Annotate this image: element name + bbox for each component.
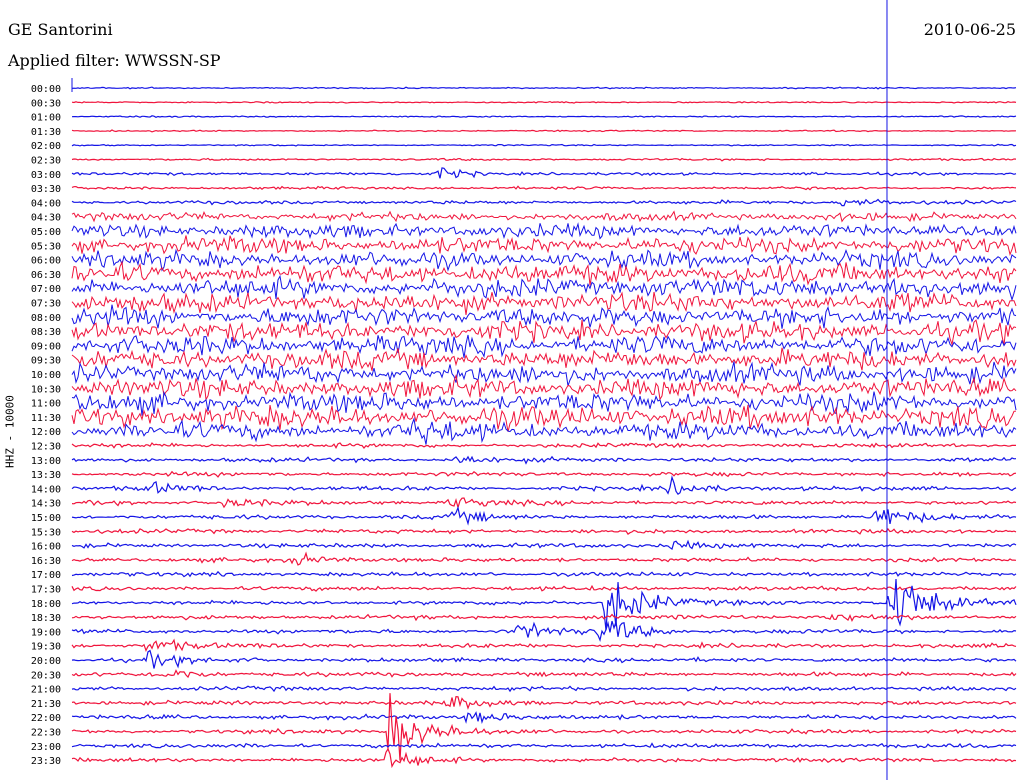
tick-label: 04:30 — [31, 213, 61, 224]
tick-label: 14:00 — [31, 484, 61, 495]
trace-line — [71, 747, 1017, 769]
trace-line — [71, 442, 1017, 449]
tick-label: 19:30 — [31, 642, 61, 653]
trace-line — [71, 198, 1017, 207]
tick-label: 10:00 — [31, 370, 61, 381]
trace-line — [71, 649, 1017, 669]
trace-line — [71, 539, 1017, 550]
tick-label: 09:00 — [31, 341, 61, 352]
tick-label: 05:30 — [31, 241, 61, 252]
tick-label: 07:00 — [31, 284, 61, 295]
trace-line — [71, 638, 1017, 652]
trace-line — [71, 570, 1017, 578]
tick-label: 17:30 — [31, 585, 61, 596]
trace-line — [71, 143, 1017, 147]
tick-label: 11:00 — [31, 399, 61, 410]
trace-line — [71, 528, 1017, 535]
trace-line — [71, 347, 1017, 371]
tick-label: 23:30 — [31, 756, 61, 767]
trace-line — [71, 129, 1017, 133]
trace-line — [71, 455, 1017, 465]
trace-line — [71, 185, 1017, 191]
trace-line — [71, 235, 1017, 257]
tick-label: 00:30 — [31, 98, 61, 109]
tick-label: 02:30 — [31, 156, 61, 167]
trace-line — [71, 304, 1017, 329]
trace-line — [71, 685, 1017, 693]
tick-label: 05:00 — [31, 227, 61, 238]
tick-label: 23:00 — [31, 742, 61, 753]
tick-label: 01:00 — [31, 113, 61, 124]
trace-line — [71, 260, 1017, 286]
tick-label: 12:00 — [31, 427, 61, 438]
tick-label: 14:30 — [31, 499, 61, 510]
trace-line — [71, 157, 1017, 162]
tick-label: 16:30 — [31, 556, 61, 567]
tick-label: 21:00 — [31, 685, 61, 696]
time-labels: 00:00 00:30 01:00 01:30 02:00 02:30 03:00 03:30… — [31, 84, 61, 767]
tick-label: 15:30 — [31, 527, 61, 538]
tick-label: 11:30 — [31, 413, 61, 424]
trace-line — [71, 551, 1017, 566]
trace-line — [71, 319, 1017, 347]
tick-label: 22:00 — [31, 713, 61, 724]
tick-label: 04:00 — [31, 198, 61, 209]
trace-line — [71, 248, 1017, 272]
tick-label: 01:30 — [31, 127, 61, 138]
tick-label: 16:00 — [31, 542, 61, 553]
helicorder-plot: 00:00 00:30 01:00 01:30 02:00 02:30 03:00 03:30… — [31, 0, 1017, 780]
seismic-traces — [71, 86, 1017, 769]
trace-line — [71, 711, 1017, 724]
trace-line — [71, 86, 1017, 90]
trace-line — [71, 742, 1017, 749]
tick-label: 02:00 — [31, 141, 61, 152]
tick-label: 13:30 — [31, 470, 61, 481]
trace-line — [71, 620, 1017, 642]
trace-line — [71, 274, 1017, 302]
tick-label: 20:30 — [31, 670, 61, 681]
tick-label: 19:00 — [31, 627, 61, 638]
tick-label: 22:30 — [31, 728, 61, 739]
tick-label: 07:30 — [31, 299, 61, 310]
tick-label: 15:00 — [31, 513, 61, 524]
tick-label: 09:30 — [31, 356, 61, 367]
trace-line — [71, 505, 1017, 526]
trace-line — [71, 210, 1017, 223]
tick-label: 00:00 — [31, 84, 61, 95]
trace-line — [71, 115, 1017, 118]
trace-line — [71, 578, 1017, 631]
tick-label: 03:00 — [31, 170, 61, 181]
tick-label: 21:30 — [31, 699, 61, 710]
tick-label: 10:30 — [31, 384, 61, 395]
tick-label: 13:00 — [31, 456, 61, 467]
trace-line — [71, 669, 1017, 679]
trace-line — [71, 497, 1017, 510]
trace-line — [71, 584, 1017, 592]
tick-label: 12:30 — [31, 442, 61, 453]
tick-label: 17:00 — [31, 570, 61, 581]
tick-label: 08:30 — [31, 327, 61, 338]
tick-label: 03:30 — [31, 184, 61, 195]
trace-line — [71, 167, 1017, 179]
trace-line — [71, 470, 1017, 478]
tick-label: 18:00 — [31, 599, 61, 610]
trace-line — [71, 695, 1017, 710]
tick-label: 20:00 — [31, 656, 61, 667]
tick-label: 06:30 — [31, 270, 61, 281]
trace-line — [71, 373, 1017, 402]
trace-line — [71, 100, 1017, 104]
trace-line — [71, 613, 1017, 622]
trace-line — [71, 222, 1017, 240]
trace-line — [71, 475, 1017, 496]
tick-label: 08:00 — [31, 313, 61, 324]
tick-label: 18:30 — [31, 613, 61, 624]
tick-label: 06:00 — [31, 256, 61, 267]
